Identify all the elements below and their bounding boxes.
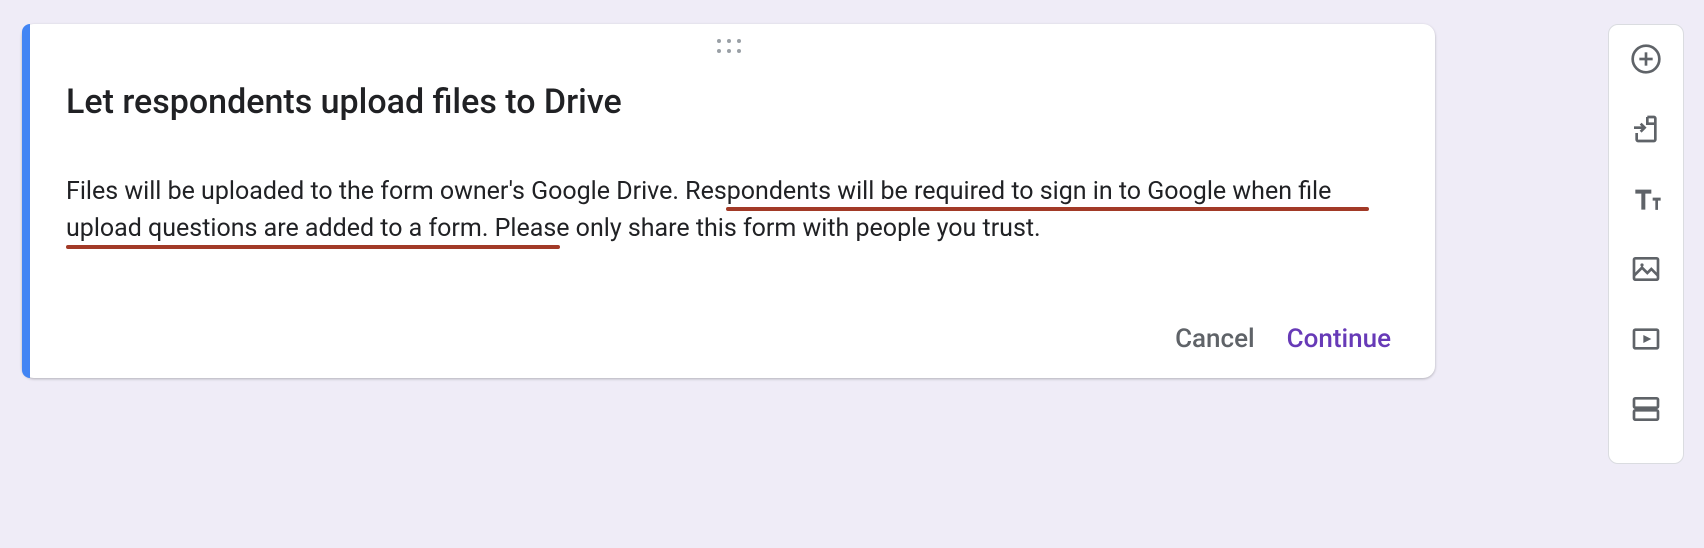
add-video-button[interactable] xyxy=(1626,319,1666,359)
plus-circle-icon xyxy=(1630,43,1662,75)
add-title-button[interactable] xyxy=(1626,179,1666,219)
form-toolbar xyxy=(1608,24,1684,464)
card-body-wrap: Files will be uploaded to the form owner… xyxy=(66,173,1382,248)
section-icon xyxy=(1630,393,1662,425)
question-card: Let respondents upload files to Drive Fi… xyxy=(22,24,1435,378)
add-image-button[interactable] xyxy=(1626,249,1666,289)
card-accent-bar xyxy=(22,24,30,378)
card-title: Let respondents upload files to Drive xyxy=(66,82,1391,123)
drag-handle-icon[interactable] xyxy=(716,38,742,54)
image-icon xyxy=(1630,253,1662,285)
video-icon xyxy=(1630,323,1662,355)
card-actions: Cancel Continue xyxy=(1175,324,1391,354)
cancel-button[interactable]: Cancel xyxy=(1175,324,1255,354)
add-question-button[interactable] xyxy=(1626,39,1666,79)
import-questions-button[interactable] xyxy=(1626,109,1666,149)
card-content: Let respondents upload files to Drive Fi… xyxy=(66,82,1391,354)
add-section-button[interactable] xyxy=(1626,389,1666,429)
text-icon xyxy=(1630,183,1662,215)
file-import-icon xyxy=(1630,113,1662,145)
annotation-underline-2 xyxy=(66,245,560,249)
annotation-underline-1 xyxy=(726,207,1369,211)
continue-button[interactable]: Continue xyxy=(1287,324,1391,354)
